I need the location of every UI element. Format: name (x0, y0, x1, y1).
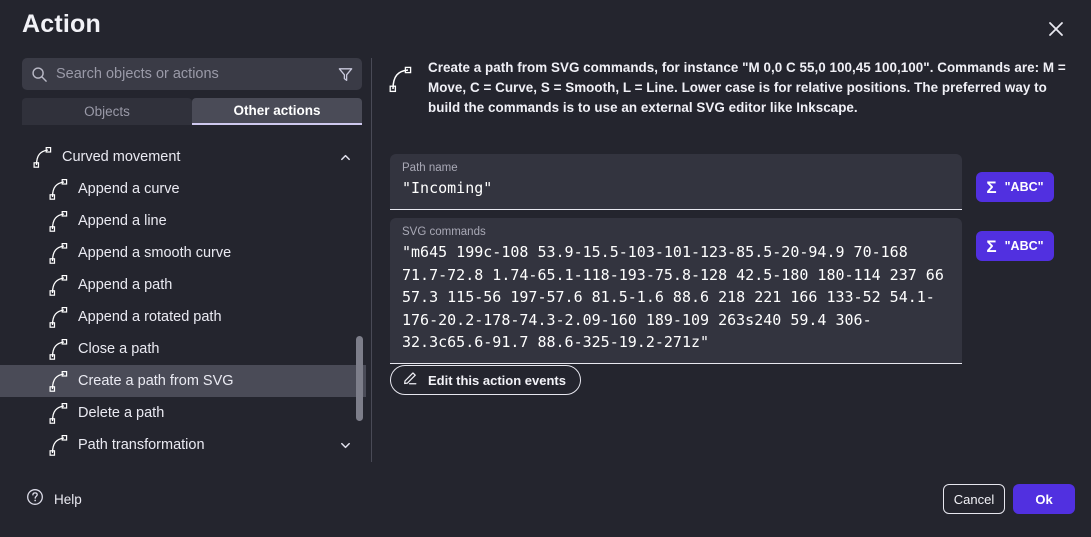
list-item[interactable]: Path transformation (0, 429, 366, 459)
list-item[interactable]: Append a rotated path (0, 301, 366, 333)
list-item-label: Delete a path (78, 405, 164, 421)
help-button[interactable]: Help (26, 488, 82, 511)
tab-objects[interactable]: Objects (22, 98, 192, 125)
sigma-icon: Σ (986, 238, 996, 255)
action-dialog: Action Objects Other actions (0, 0, 1091, 537)
list-item-label: Append a rotated path (78, 309, 222, 325)
curve-icon (388, 58, 414, 99)
svg-commands-expression-button[interactable]: Σ "ABC" (976, 231, 1054, 261)
action-detail-panel: Create a path from SVG commands, for ins… (388, 58, 1078, 118)
path-name-value[interactable]: "Incoming" (402, 177, 950, 200)
list-item[interactable]: Create a path from SVG (0, 365, 366, 397)
curve-icon (48, 208, 78, 234)
curve-icon (48, 304, 78, 330)
list-item-label: Path transformation (78, 437, 205, 453)
curve-icon (48, 176, 78, 202)
curve-icon (48, 336, 78, 362)
list-item-label: Create a path from SVG (78, 373, 234, 389)
list-item-label: Append a line (78, 213, 167, 229)
search-icon (22, 66, 56, 83)
chevron-up-icon[interactable] (339, 151, 352, 164)
curve-icon (48, 400, 78, 426)
sigma-icon: Σ (986, 179, 996, 196)
curve-icon (32, 144, 62, 170)
edit-action-events-button[interactable]: Edit this action events (390, 365, 581, 395)
path-name-field[interactable]: Path name "Incoming" (390, 154, 962, 210)
path-name-expression-button[interactable]: Σ "ABC" (976, 172, 1054, 202)
action-list: Curved movement Append a curve Append a li… (0, 141, 366, 459)
chevron-down-icon[interactable] (339, 439, 352, 452)
svg-commands-field[interactable]: SVG commands "m645 199c-108 53.9-15.5-10… (390, 218, 962, 364)
pencil-icon (402, 369, 419, 391)
panel-divider (371, 58, 372, 462)
list-item[interactable]: Append a curve (0, 173, 366, 205)
svg-commands-value[interactable]: "m645 199c-108 53.9-15.5-103-101-123-85.… (402, 241, 950, 354)
list-item[interactable]: Close a path (0, 333, 366, 365)
filter-funnel-icon[interactable] (328, 66, 362, 83)
curve-icon (48, 240, 78, 266)
page-title: Action (22, 10, 101, 39)
sigma-button-label: "ABC" (1005, 239, 1044, 253)
help-label: Help (54, 492, 82, 507)
curve-icon (48, 368, 78, 394)
list-scrollbar[interactable] (356, 141, 364, 459)
list-item-label: Append a smooth curve (78, 245, 231, 261)
list-item[interactable]: Delete a path (0, 397, 366, 429)
question-circle-icon (26, 488, 44, 511)
action-description: Create a path from SVG commands, for ins… (428, 58, 1068, 118)
path-name-label: Path name (402, 162, 950, 174)
list-item-label: Close a path (78, 341, 159, 357)
list-item-label: Append a path (78, 277, 172, 293)
objects-panel: Objects Other actions Curved movement App… (0, 56, 372, 460)
list-item-label: Curved movement (62, 149, 180, 165)
list-item[interactable]: Append a smooth curve (0, 237, 366, 269)
scrollbar-thumb[interactable] (356, 336, 363, 421)
list-item-label: Append a curve (78, 181, 180, 197)
tab-bar: Objects Other actions (22, 98, 362, 125)
cancel-button[interactable]: Cancel (943, 484, 1005, 514)
sigma-button-label: "ABC" (1005, 180, 1044, 194)
list-item[interactable]: Append a line (0, 205, 366, 237)
svg-commands-label: SVG commands (402, 226, 950, 238)
close-icon[interactable] (1043, 16, 1069, 42)
curve-icon (48, 272, 78, 298)
ok-button[interactable]: Ok (1013, 484, 1075, 514)
dialog-footer: Help Cancel Ok (0, 462, 1091, 537)
list-item[interactable]: Append a path (0, 269, 366, 301)
curve-icon (48, 432, 78, 458)
list-item[interactable]: Curved movement (0, 141, 366, 173)
search-input[interactable] (56, 66, 328, 82)
edit-action-events-label: Edit this action events (428, 373, 566, 388)
tab-other-actions[interactable]: Other actions (192, 98, 362, 125)
search-bar[interactable] (22, 58, 362, 90)
